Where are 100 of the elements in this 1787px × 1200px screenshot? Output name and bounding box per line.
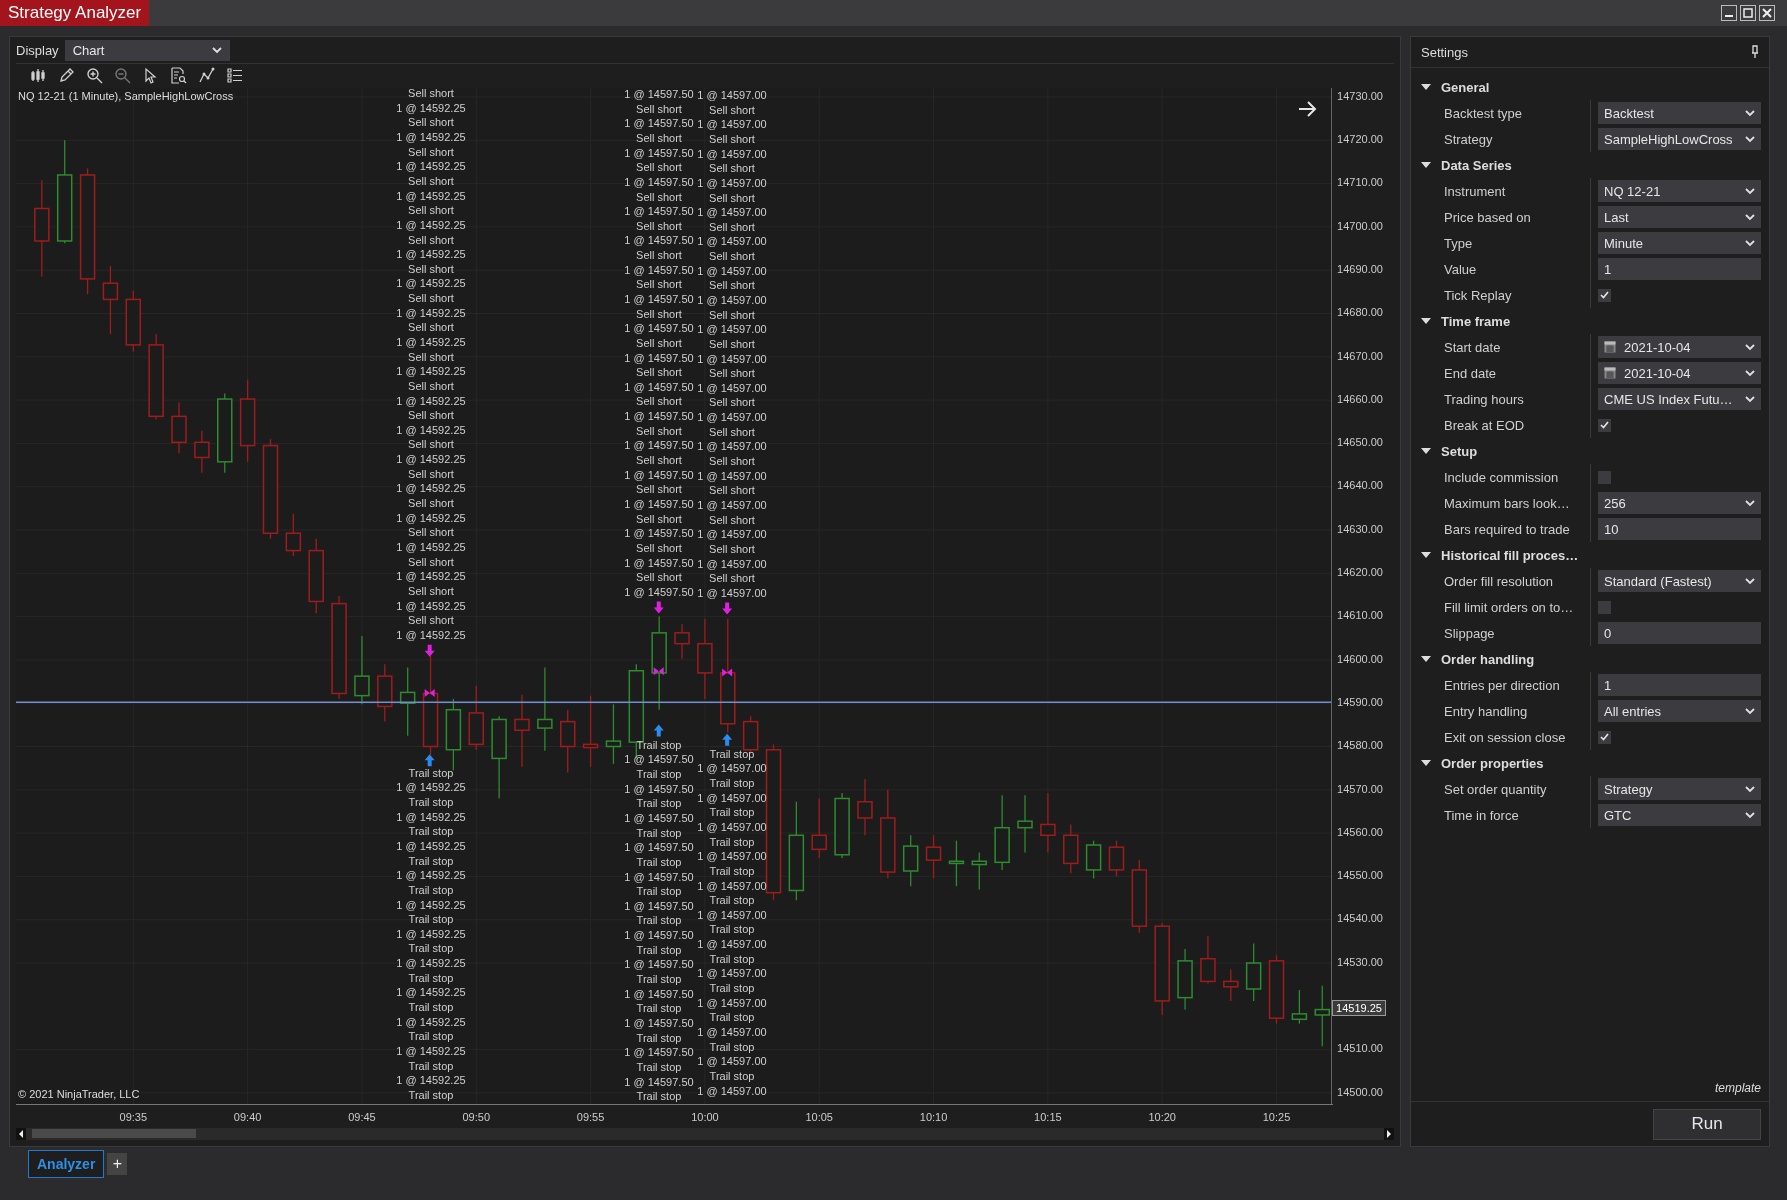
template-link[interactable]: template (1714, 1081, 1761, 1095)
trade-label: Sell short (408, 173, 454, 189)
trade-label: Sell short (636, 365, 682, 380)
scroll-right-icon[interactable] (1384, 1127, 1394, 1140)
input-field[interactable]: 1 (1598, 258, 1761, 280)
caret-icon[interactable] (1421, 317, 1431, 325)
dropdown[interactable]: Minute (1598, 232, 1761, 254)
trade-label: Trail stop (408, 912, 454, 927)
trade-label: 1 @ 14592.25 (396, 897, 466, 913)
trade-label: Sell short (408, 349, 454, 365)
checkbox[interactable] (1598, 730, 1611, 744)
trade-label: 1 @ 14592.25 (396, 481, 466, 497)
pin-icon[interactable] (1751, 45, 1759, 59)
scroll-left-icon[interactable] (16, 1127, 26, 1140)
scrollbar-thumb[interactable] (32, 1129, 196, 1139)
add-tab-button[interactable]: + (107, 1153, 128, 1175)
dropdown[interactable]: CME US Index Futu… (1598, 388, 1761, 410)
trade-label: Sell short (709, 161, 755, 176)
right-arrow-icon[interactable] (1298, 99, 1318, 118)
dropdown[interactable]: GTC (1598, 804, 1761, 826)
setting-label: Fill limit orders on to… (1444, 599, 1575, 615)
pencil-icon[interactable] (58, 67, 75, 85)
date-picker[interactable]: 2021-10-04 (1598, 362, 1761, 384)
trade-label: Sell short (636, 423, 682, 439)
trade-label: 1 @ 14597.00 (697, 820, 767, 835)
time-label: 10:10 (919, 1110, 948, 1123)
caret-icon[interactable] (1421, 447, 1431, 455)
minimize-icon[interactable] (1721, 5, 1737, 21)
trade-label: Trail stop (709, 981, 755, 996)
close-icon[interactable] (1759, 5, 1775, 21)
trade-label: 1 @ 14592.25 (396, 247, 466, 262)
maximize-icon[interactable] (1740, 5, 1756, 21)
tab[interactable]: Analyzer (28, 1150, 105, 1178)
caret-icon[interactable] (1421, 759, 1431, 767)
chevron-icon (1745, 135, 1755, 143)
trade-label: Trail stop (709, 863, 755, 879)
trade-label: 1 @ 14592.25 (396, 364, 466, 379)
time-label: 10:05 (805, 1110, 833, 1123)
chevron-icon (1745, 707, 1755, 715)
trade-label: 1 @ 14592.25 (396, 569, 466, 584)
price-label: 14500.00 (1337, 1085, 1383, 1098)
pointer-icon[interactable] (142, 67, 159, 85)
dropdown[interactable]: Last (1598, 206, 1761, 228)
checkbox[interactable] (1598, 470, 1611, 484)
dropdown[interactable]: Backtest (1598, 102, 1761, 124)
fill-marker-icon (424, 688, 435, 697)
trade-label: Trail stop (709, 1010, 755, 1025)
dropdown[interactable]: SampleHighLowCross (1598, 128, 1761, 150)
checkbox[interactable] (1598, 418, 1611, 432)
input-field[interactable]: 10 (1598, 518, 1761, 540)
trade-label: Trail stop (408, 1029, 454, 1044)
chevron-icon (211, 46, 222, 54)
document-search-icon[interactable] (170, 67, 187, 85)
run-button[interactable]: Run (1653, 1108, 1761, 1140)
line-chart-icon[interactable] (198, 67, 215, 85)
trade-label: Trail stop (636, 767, 682, 782)
trade-label: 1 @ 14597.00 (697, 205, 767, 220)
trade-label: Sell short (709, 190, 755, 206)
trade-label: 1 @ 14597.50 (624, 174, 694, 190)
zoom-in-icon[interactable] (86, 67, 103, 85)
trade-label: Sell short (709, 336, 755, 352)
trade-label: Sell short (408, 496, 454, 511)
dropdown[interactable]: Strategy (1598, 778, 1761, 800)
trade-label: 1 @ 14597.00 (697, 790, 767, 806)
caret-icon[interactable] (1421, 551, 1431, 559)
trade-label: Trail stop (709, 922, 755, 938)
trade-label: Sell short (709, 571, 755, 586)
input-field[interactable]: 0 (1598, 622, 1761, 644)
trade-label: 1 @ 14597.00 (697, 468, 767, 484)
checkbox[interactable] (1598, 600, 1611, 614)
trade-label: 1 @ 14597.50 (624, 233, 694, 249)
dropdown[interactable]: Standard (Fastest) (1598, 570, 1761, 592)
trade-label: 1 @ 14597.50 (624, 584, 694, 600)
setting-label: Strategy (1444, 131, 1494, 147)
trade-label: Sell short (709, 366, 755, 381)
trade-label: Sell short (709, 278, 755, 293)
caret-icon[interactable] (1421, 161, 1431, 169)
caret-icon[interactable] (1421, 83, 1431, 91)
zoom-out-icon[interactable] (114, 67, 131, 85)
display-dropdown[interactable]: Chart (64, 39, 230, 61)
setting-label: Entry handling (1444, 703, 1529, 719)
dropdown[interactable]: NQ 12-21 (1598, 180, 1761, 202)
section-title: Time frame (1441, 313, 1511, 329)
checkbox[interactable] (1598, 288, 1611, 302)
dropdown[interactable]: All entries (1598, 700, 1761, 722)
dropdown[interactable]: 256 (1598, 492, 1761, 514)
date-picker[interactable]: 2021-10-04 (1598, 336, 1761, 358)
trade-label: 1 @ 14597.50 (624, 145, 694, 161)
caret-icon[interactable] (1421, 655, 1431, 663)
candle (1223, 968, 1239, 1002)
trade-label: 1 @ 14597.00 (697, 497, 767, 513)
input-field[interactable]: 1 (1598, 674, 1761, 696)
trade-label: Trail stop (636, 1089, 682, 1104)
list-icon[interactable] (226, 67, 243, 85)
trade-label: 1 @ 14597.50 (624, 87, 694, 102)
up-arrow-icon (722, 733, 733, 746)
trade-label: Trail stop (408, 1000, 454, 1015)
setting-label: Start date (1444, 339, 1502, 355)
bar-chart-icon[interactable] (30, 67, 47, 85)
trade-label: Sell short (408, 466, 454, 482)
